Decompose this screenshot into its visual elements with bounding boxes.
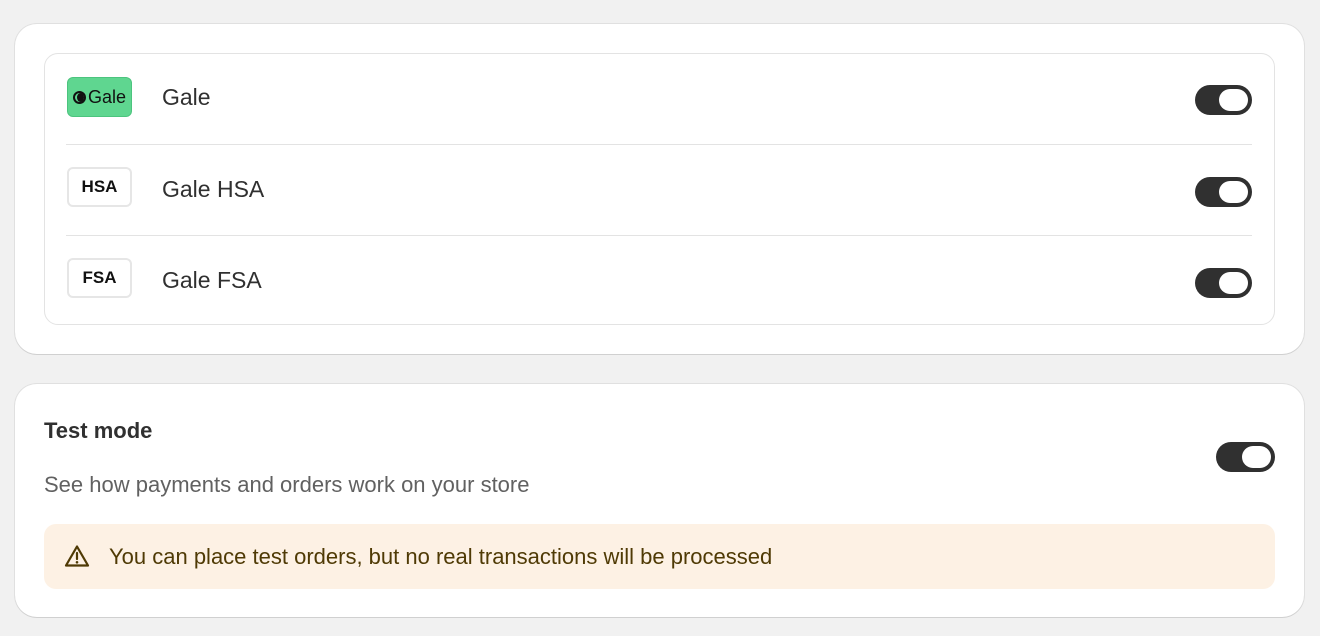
test-mode-description: See how payments and orders work on your… [44, 472, 530, 497]
gale-hsa-toggle[interactable] [1195, 177, 1252, 207]
payment-method-name: Gale FSA [162, 267, 262, 293]
gale-fsa-toggle[interactable] [1195, 268, 1252, 298]
test-mode-warning-banner: You can place test orders, but no real t… [44, 524, 1275, 589]
hsa-logo: HSA [67, 167, 132, 207]
toggle-knob [1219, 272, 1248, 294]
test-mode-toggle[interactable] [1216, 442, 1275, 472]
warning-icon [64, 544, 90, 568]
gale-logo-icon [72, 90, 86, 104]
toggle-knob [1242, 446, 1271, 468]
payment-method-row-gale-hsa: HSA Gale HSA [66, 144, 1252, 235]
toggle-knob [1219, 89, 1248, 111]
test-mode-card: Test mode See how payments and orders wo… [15, 384, 1304, 617]
gale-logo: Gale [67, 77, 132, 117]
payment-method-row-gale-fsa: FSA Gale FSA [66, 235, 1252, 326]
payment-methods-list: Gale Gale HSA Gale HSA FSA Gale FSA [44, 53, 1275, 325]
payment-method-row-gale: Gale Gale [66, 54, 1252, 145]
payment-method-name: Gale [162, 84, 211, 110]
gale-toggle[interactable] [1195, 85, 1252, 115]
fsa-logo: FSA [67, 258, 132, 298]
warning-banner-text: You can place test orders, but no real t… [109, 544, 773, 569]
toggle-knob [1219, 181, 1248, 203]
gale-logo-text: Gale [87, 86, 127, 107]
payment-methods-card: Gale Gale HSA Gale HSA FSA Gale FSA [15, 24, 1304, 354]
payment-method-name: Gale HSA [162, 176, 265, 202]
test-mode-title: Test mode [44, 418, 153, 443]
